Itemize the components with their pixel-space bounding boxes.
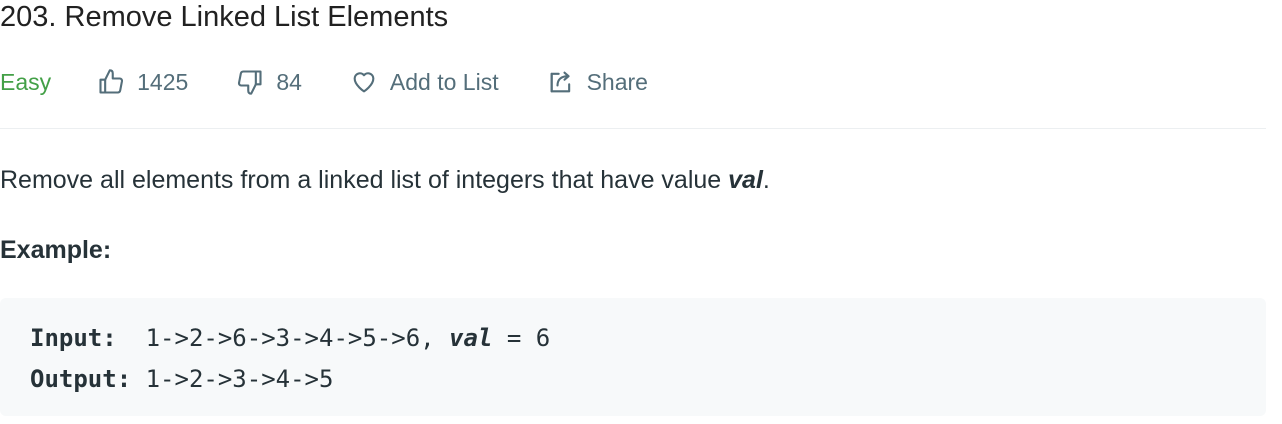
example-code-block: Input: 1->2->6->3->4->5->6, val = 6 Outp… [0,298,1266,416]
share-icon [547,68,575,96]
section-divider [0,128,1266,129]
example-heading: Example: [0,236,112,264]
heart-icon [350,68,378,96]
description-end: . [762,166,770,194]
difficulty-label: Easy [0,68,52,95]
problem-page: 203. Remove Linked List Elements Easy 14… [0,0,1282,424]
description-emphasis: val [728,166,763,194]
input-val-rest: = 6 [492,324,551,352]
output-value: 1->2->3->4->5 [131,365,334,393]
problem-meta-bar: Easy 1425 84 Add to List Share [0,62,696,102]
add-to-list-label: Add to List [389,68,499,95]
thumbs-up-icon [97,68,125,96]
dislike-button[interactable]: 84 [236,68,302,96]
share-label: Share [586,68,648,95]
like-count: 1425 [137,68,189,95]
share-button[interactable]: Share [547,68,648,96]
input-label: Input: [30,324,117,352]
input-val-keyword: val [449,324,493,352]
output-label: Output: [30,365,132,393]
problem-title: 203. Remove Linked List Elements [0,1,449,33]
add-to-list-button[interactable]: Add to List [350,68,499,96]
input-value: 1->2->6->3->4->5->6, [116,324,435,352]
like-button[interactable]: 1425 [97,68,188,96]
problem-description: Remove all elements from a linked list o… [0,162,770,198]
description-text: Remove all elements from a linked list o… [0,166,729,194]
thumbs-down-icon [236,68,264,96]
dislike-count: 84 [276,68,302,95]
